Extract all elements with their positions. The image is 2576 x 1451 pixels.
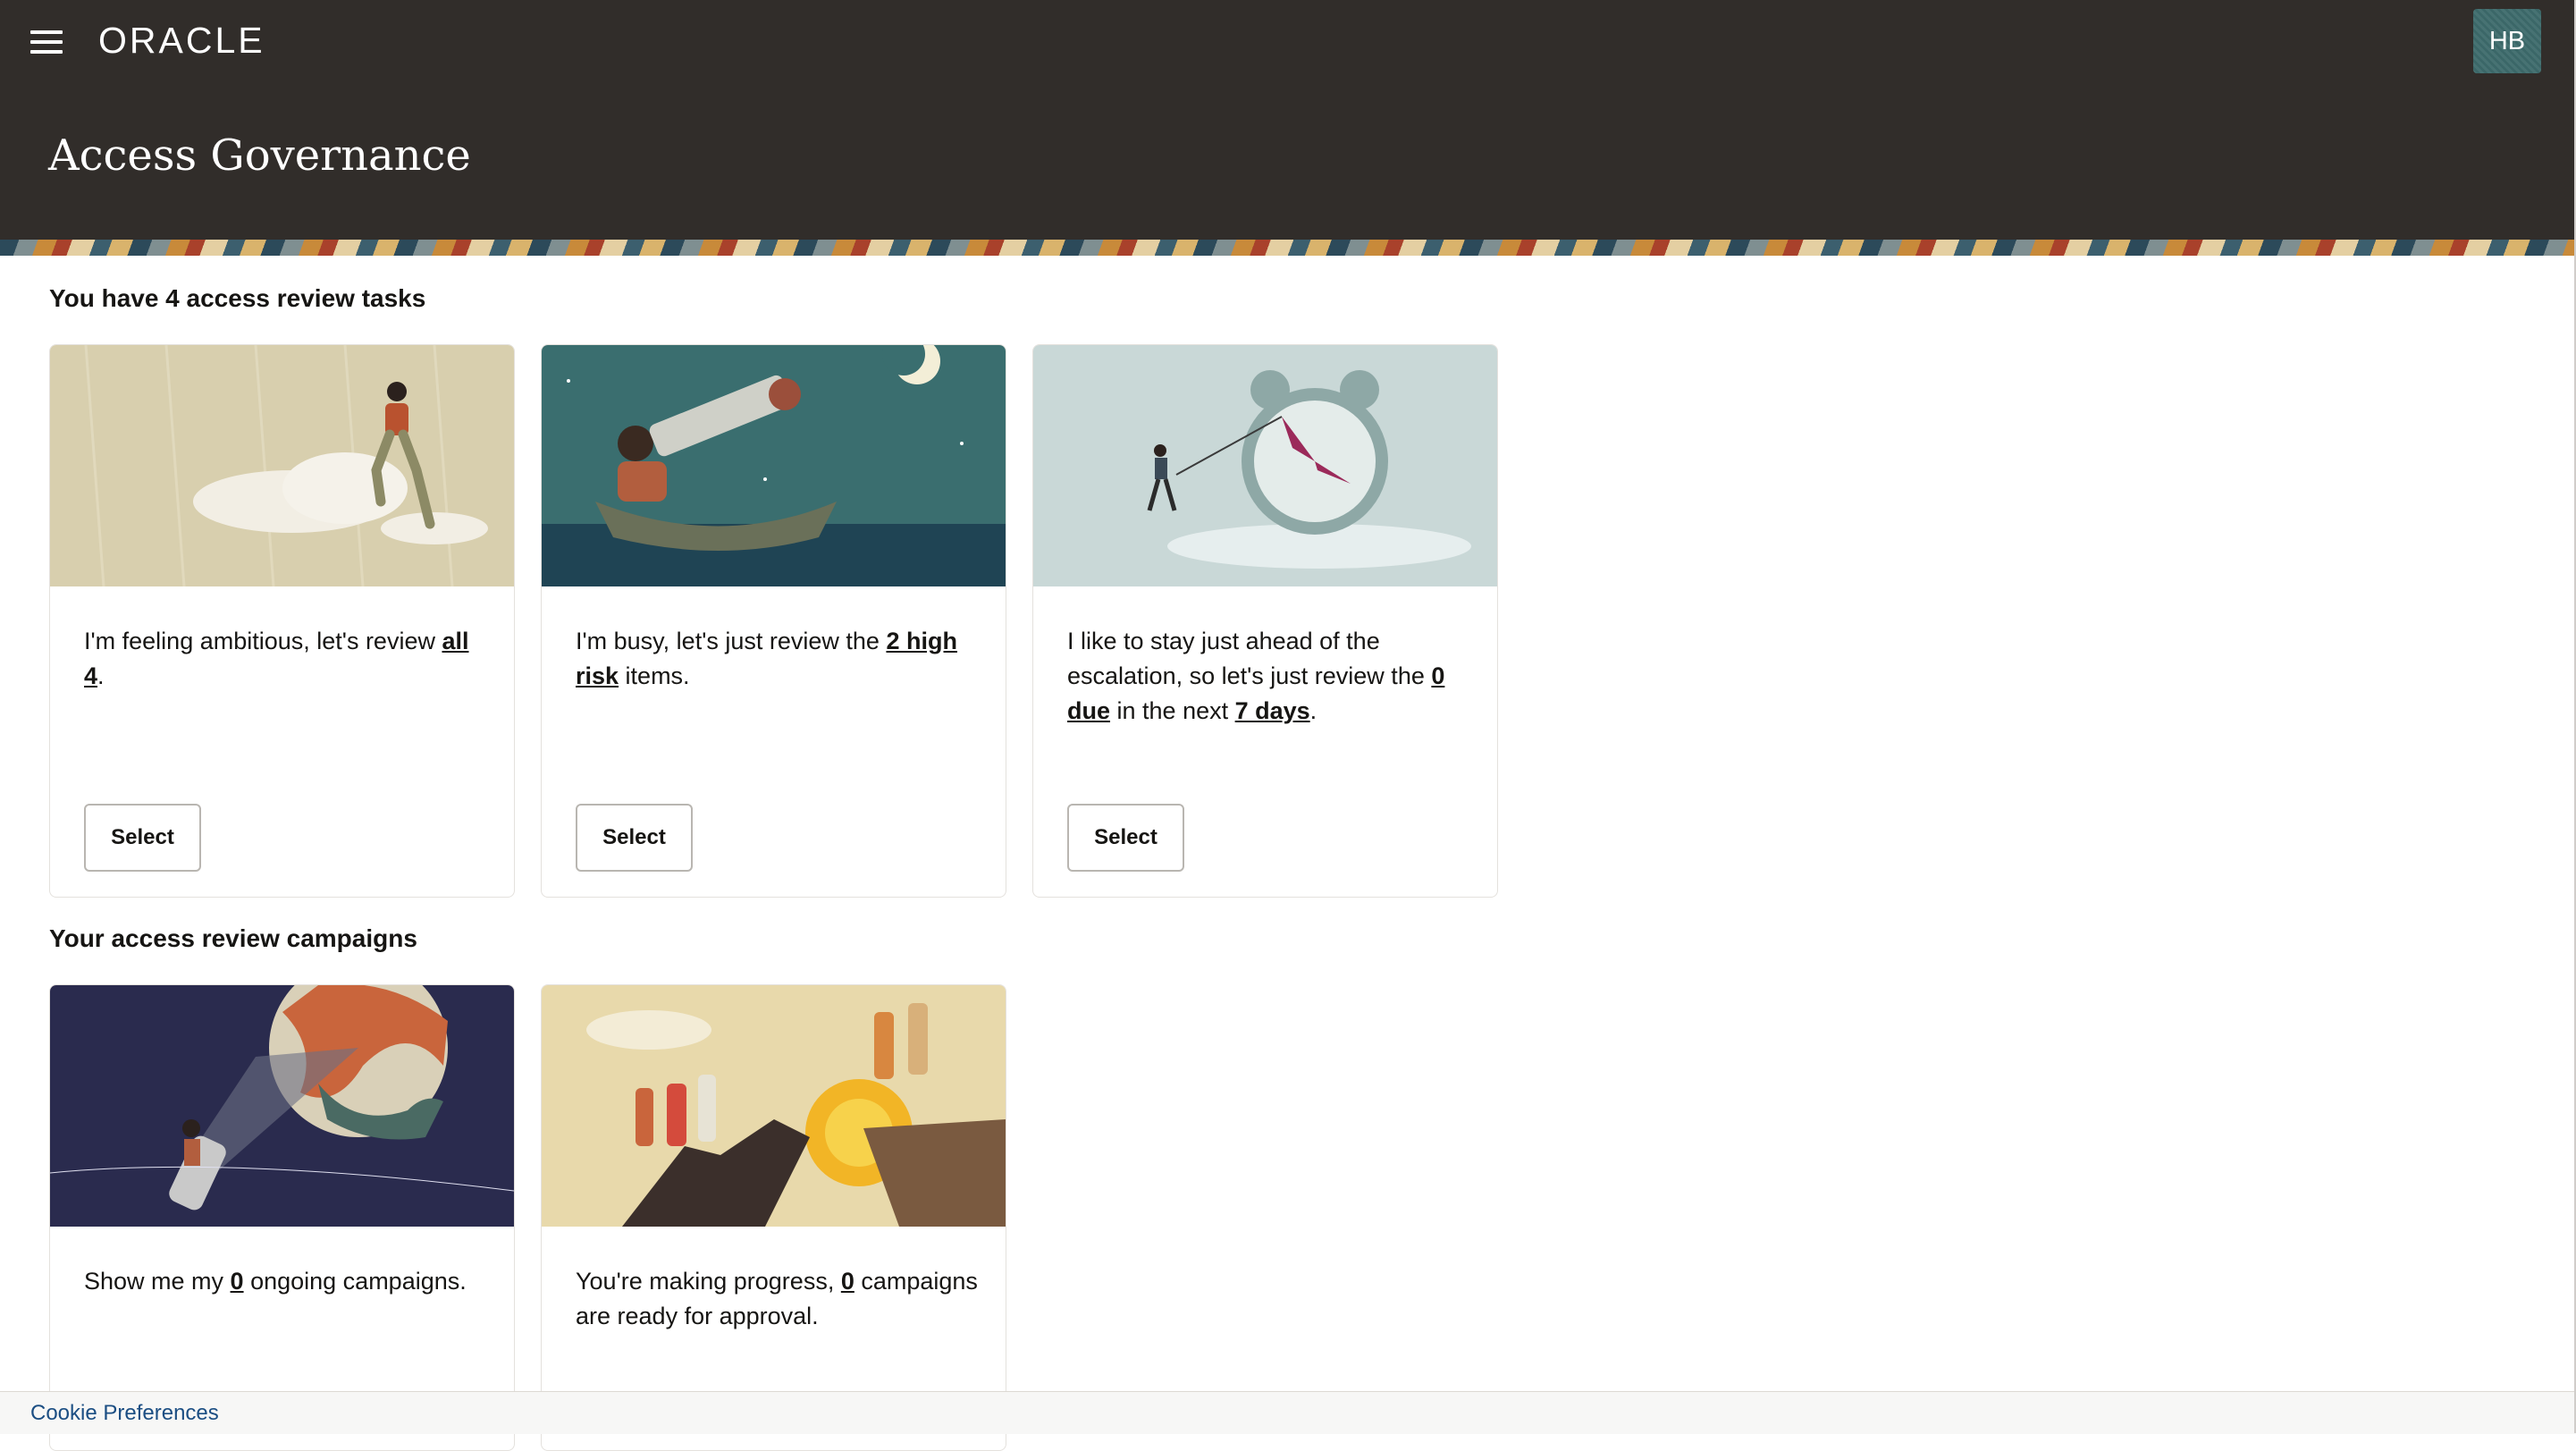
campaign-card-text: You're making progress, 0 campaigns are … xyxy=(576,1268,978,1329)
oracle-logo[interactable]: ORACLE xyxy=(98,20,322,61)
task-card-text: I'm feeling ambitious, let's review all … xyxy=(84,628,469,689)
select-due-items-button[interactable]: Select xyxy=(1067,804,1184,872)
menu-icon[interactable] xyxy=(30,29,66,55)
task-card-all: I'm feeling ambitious, let's review all … xyxy=(49,344,515,898)
task-card-text: I'm busy, let's just review the 2 high r… xyxy=(576,628,957,689)
flashlight-moon-illustration xyxy=(50,985,514,1227)
app-header: ORACLE HB Access Governance xyxy=(0,0,2576,240)
cookie-preferences-link[interactable]: Cookie Preferences xyxy=(30,1401,219,1426)
footer: Cookie Preferences xyxy=(0,1391,2576,1434)
campaign-card-approval: You're making progress, 0 campaigns are … xyxy=(541,984,1006,1451)
ongoing-campaigns-link[interactable]: 0 xyxy=(231,1268,244,1295)
task-card-text: I like to stay just ahead of the escalat… xyxy=(1067,628,1445,724)
telescope-boat-moon-illustration xyxy=(542,345,1006,586)
ready-for-approval-link[interactable]: 0 xyxy=(841,1268,854,1295)
svg-text:ORACLE: ORACLE xyxy=(98,20,265,61)
task-card-due: I like to stay just ahead of the escalat… xyxy=(1032,344,1498,898)
tasks-heading: You have 4 access review tasks xyxy=(49,284,426,312)
campaign-card-text: Show me my 0 ongoing campaigns. xyxy=(84,1268,467,1295)
campaigns-heading: Your access review campaigns xyxy=(49,924,417,952)
select-all-tasks-button[interactable]: Select xyxy=(84,804,201,872)
decorative-banner xyxy=(0,240,2576,256)
people-on-cliff-sun-illustration xyxy=(542,985,1006,1227)
user-avatar[interactable]: HB xyxy=(2473,9,2541,73)
campaign-card-ongoing: Show me my 0 ongoing campaigns. xyxy=(49,984,515,1451)
page-title: Access Governance xyxy=(48,131,471,181)
days-link[interactable]: 7 days xyxy=(1235,697,1310,724)
woman-climbing-cloud-illustration xyxy=(50,345,514,586)
task-card-high-risk: I'm busy, let's just review the 2 high r… xyxy=(541,344,1006,898)
select-high-risk-button[interactable]: Select xyxy=(576,804,693,872)
person-pulling-clock-hand-illustration xyxy=(1033,345,1497,586)
